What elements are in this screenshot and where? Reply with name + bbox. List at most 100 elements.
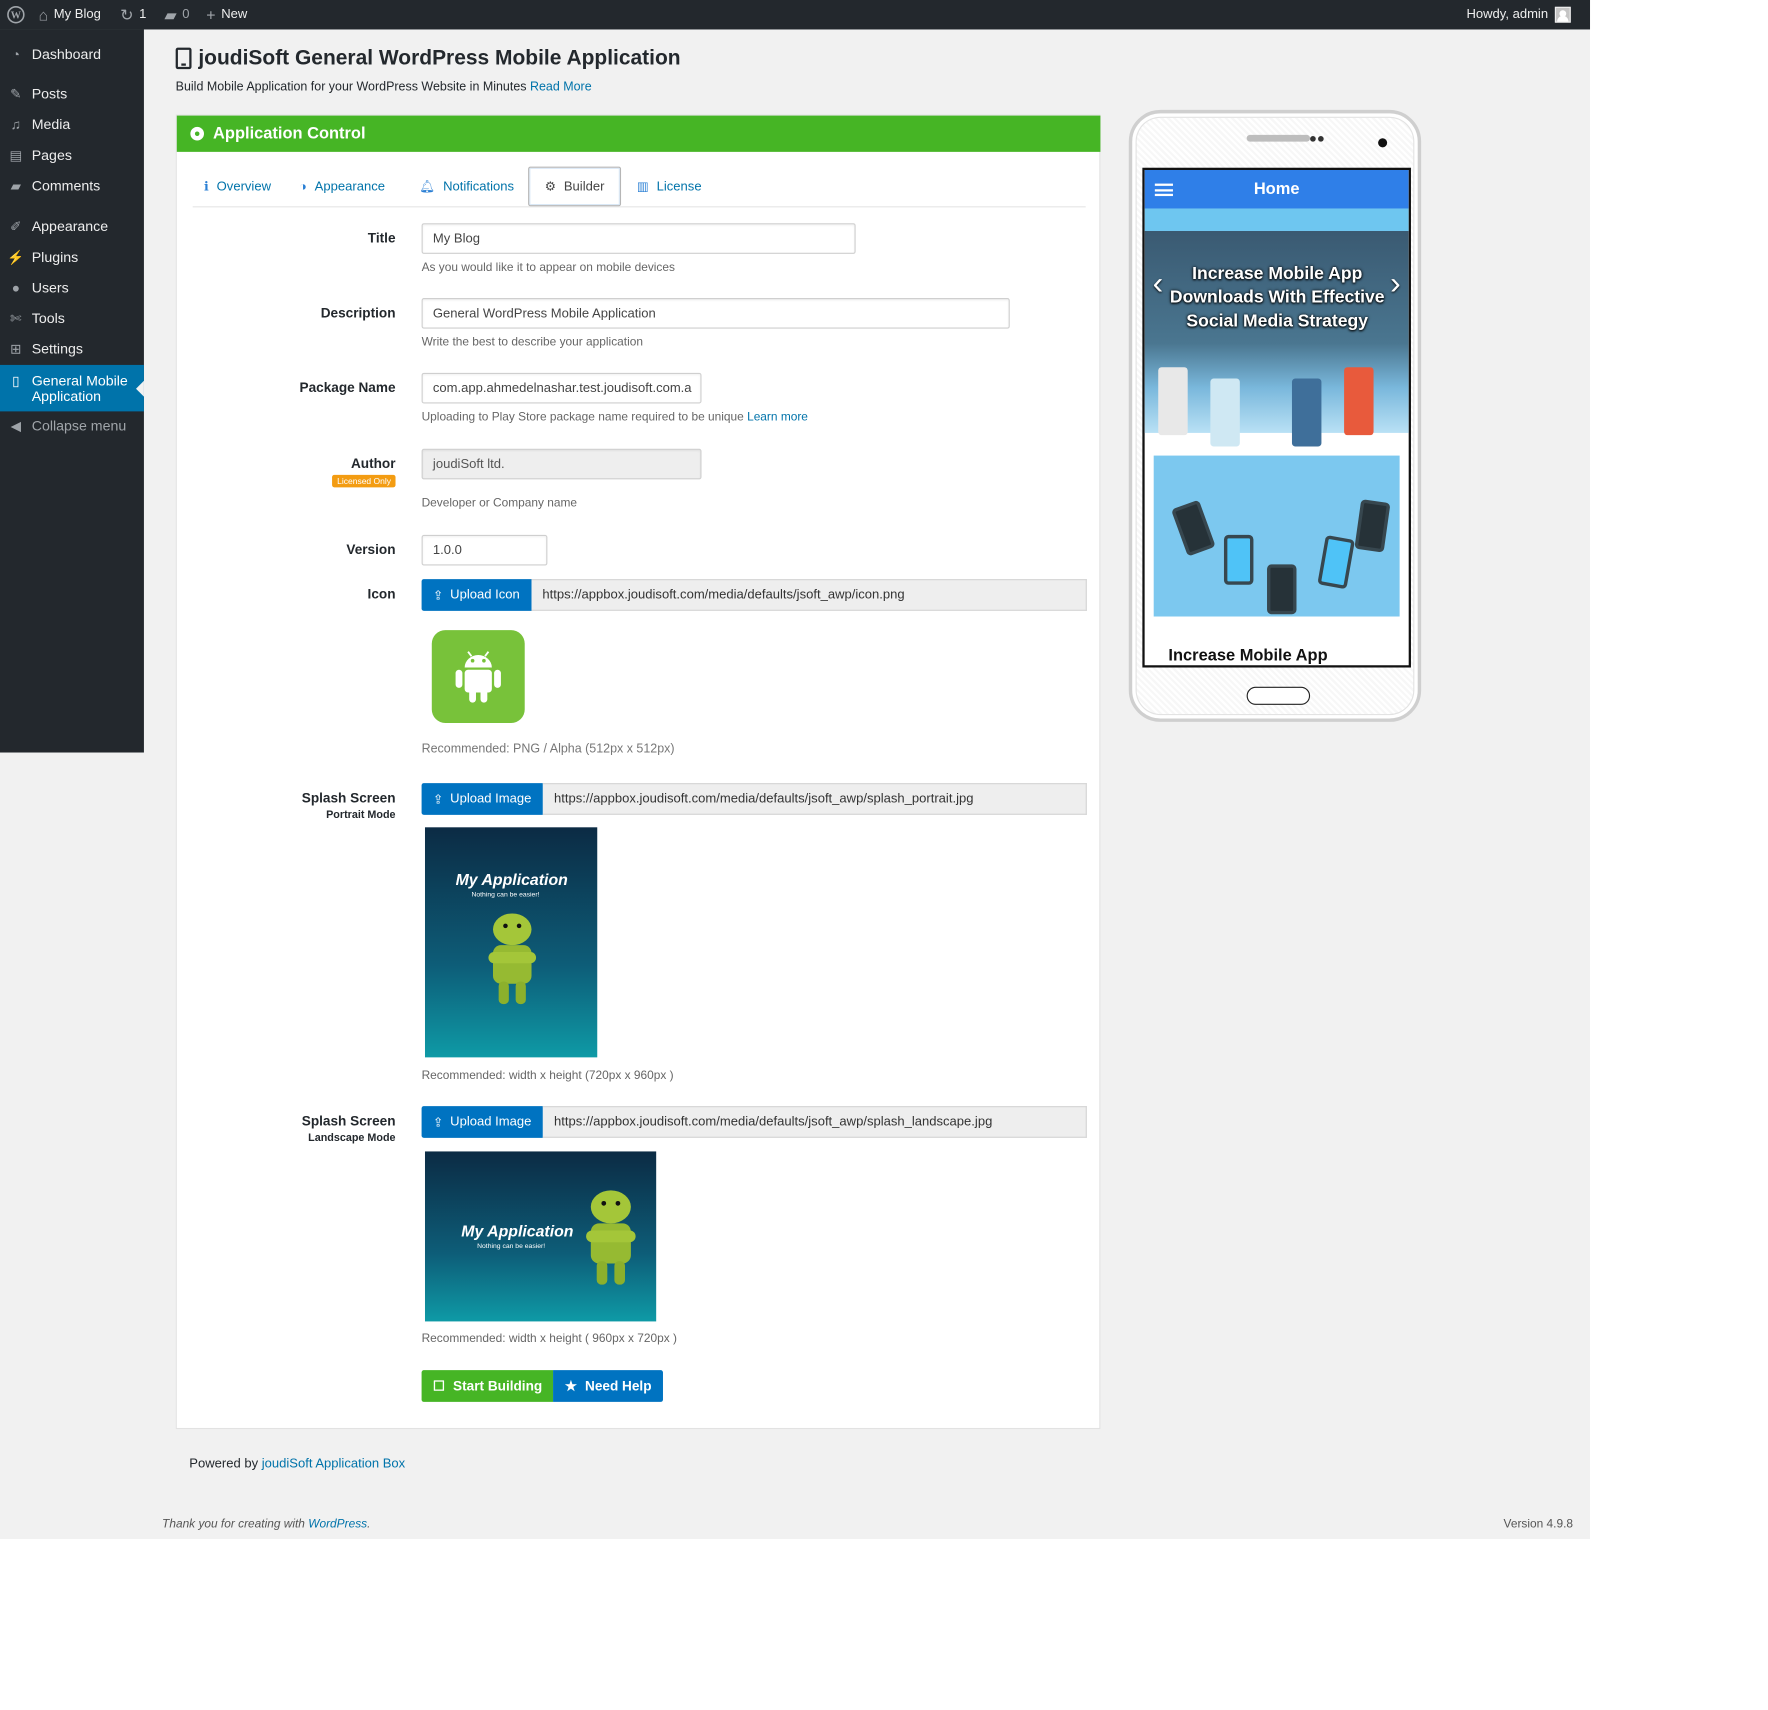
start-building-label: Start Building xyxy=(453,1378,543,1394)
splash-landscape-url-input[interactable]: https://appbox.joudisoft.com/media/defau… xyxy=(542,1106,1087,1138)
upload-icon-button[interactable]: ⇪ Upload Icon xyxy=(421,579,532,611)
splash-landscape-label-text: Splash Screen xyxy=(301,1112,396,1129)
phone-preview: Home Increase Mobile App Downloads With … xyxy=(1128,109,1422,722)
footer-period: . xyxy=(367,1517,371,1532)
slider-illustration xyxy=(1158,367,1188,436)
package-name-input[interactable]: com.app.ahmedelnashar.test.joudisoft.com… xyxy=(421,372,702,404)
footer-thanks: Thank you for creating with WordPress. xyxy=(162,1517,370,1531)
menu-item-appearance[interactable]: ✐ Appearance xyxy=(0,216,144,236)
tab-builder[interactable]: ⚙ Builder xyxy=(528,166,622,207)
star-icon: ★ xyxy=(564,1378,578,1394)
start-building-button[interactable]: ☐ Start Building xyxy=(421,1370,554,1402)
description-input[interactable]: General WordPress Mobile Application xyxy=(421,298,1010,329)
learn-more-link[interactable]: Learn more xyxy=(747,410,808,424)
splash-portrait-url-input[interactable]: https://appbox.joudisoft.com/media/defau… xyxy=(542,783,1087,815)
upload-splash-landscape-button[interactable]: ⇪ Upload Image xyxy=(421,1106,543,1138)
splash-portrait-help: Recommended: width x height (720px x 960… xyxy=(421,1068,674,1083)
menu-item-label: Dashboard xyxy=(31,46,102,63)
menu-item-tools[interactable]: ✄ Tools xyxy=(0,308,144,328)
author-input: joudiSoft ltd. xyxy=(421,448,702,480)
menu-item-label: Posts xyxy=(31,86,68,102)
read-more-link[interactable]: Read More xyxy=(530,80,592,94)
menu-item-label: Plugins xyxy=(31,249,79,266)
admin-bar: W ⌂ My Blog ↻ 1 ▰ 0 + New Howdy, admin xyxy=(0,0,1591,30)
version-input[interactable]: 1.0.0 xyxy=(421,534,548,566)
phone-sensors xyxy=(1310,135,1326,142)
menu-item-dashboard[interactable]: ◔ Dashboard xyxy=(0,44,144,64)
splash-portrait-sublabel: Portrait Mode xyxy=(326,809,396,822)
icon-url-input[interactable]: https://appbox.joudisoft.com/media/defau… xyxy=(531,579,1087,611)
tab-label: Builder xyxy=(563,179,605,194)
title-input[interactable]: My Blog xyxy=(421,223,856,254)
menu-item-posts[interactable]: ✎ Posts xyxy=(0,84,144,104)
app-icon-preview xyxy=(431,630,525,724)
menu-item-settings[interactable]: ⊞ Settings xyxy=(0,339,144,359)
site-name-link[interactable]: ⌂ My Blog xyxy=(39,0,101,29)
media-icon: ♫ xyxy=(10,116,21,133)
author-help: Developer or Company name xyxy=(421,496,578,510)
menu-item-users[interactable]: ● Users xyxy=(0,278,144,298)
wordpress-logo-icon[interactable]: W xyxy=(7,0,25,29)
menu-item-general-mobile-application[interactable]: ▯ General Mobile Application xyxy=(0,364,144,412)
updates-link[interactable]: ↻ 1 xyxy=(120,0,146,29)
my-account-link[interactable]: Howdy, admin xyxy=(1466,0,1571,29)
slider-illustration xyxy=(1344,367,1374,436)
need-help-label: Need Help xyxy=(585,1378,652,1394)
tab-overview[interactable]: ℹ Overview xyxy=(193,167,283,207)
splash-portrait-label: Splash Screen Portrait Mode xyxy=(177,790,396,822)
tab-appearance[interactable]: ◑ Appearance xyxy=(288,167,396,207)
menu-item-media[interactable]: ♫ Media xyxy=(0,114,144,134)
menu-item-comments[interactable]: ▰ Comments xyxy=(0,176,144,196)
menu-item-label: General Mobile Application xyxy=(31,372,128,405)
title-label: Title xyxy=(367,230,396,246)
howdy-text: Howdy, admin xyxy=(1466,7,1549,22)
avatar xyxy=(1554,6,1571,23)
menu-item-label: Comments xyxy=(31,177,101,194)
page-title-text: joudiSoft General WordPress Mobile Appli… xyxy=(198,45,681,70)
wordpress-link[interactable]: WordPress xyxy=(308,1517,367,1531)
splash-portrait-label-text: Splash Screen xyxy=(301,789,396,806)
icon-label: Icon xyxy=(367,585,396,602)
tab-license[interactable]: ▥ License xyxy=(626,167,713,207)
menu-item-label: Users xyxy=(31,279,69,296)
application-box-link[interactable]: joudiSoft Application Box xyxy=(262,1457,405,1471)
upload-icon: ⇪ xyxy=(432,588,444,603)
pin-icon: ✎ xyxy=(10,86,22,102)
phone-home-button xyxy=(1246,686,1311,705)
menu-item-plugins[interactable]: ⚡ Plugins xyxy=(0,247,144,267)
site-name: My Blog xyxy=(53,7,101,22)
chevron-right-icon[interactable]: › xyxy=(1390,265,1401,301)
menu-item-pages[interactable]: ▤ Pages xyxy=(0,145,144,165)
splash-landscape-help: Recommended: width x height ( 960px x 72… xyxy=(421,1331,677,1346)
upload-splash-portrait-button[interactable]: ⇪ Upload Image xyxy=(421,783,543,815)
menu-item-label: Pages xyxy=(31,147,72,164)
author-label-text: Author xyxy=(350,455,396,472)
collapse-menu-button[interactable]: ◀ Collapse menu xyxy=(0,416,144,436)
splash-landscape-label: Splash Screen Landscape Mode xyxy=(177,1113,396,1145)
square-icon: ☐ xyxy=(432,1378,446,1394)
tab-label: Appearance xyxy=(314,179,385,194)
comments-link[interactable]: ▰ 0 xyxy=(164,0,189,29)
barcode-icon: ▥ xyxy=(636,180,649,194)
collapse-label: Collapse menu xyxy=(31,418,127,435)
hamburger-menu-icon[interactable] xyxy=(1154,183,1173,197)
tab-notifications[interactable]: 🔔︎ Notifications xyxy=(408,167,525,207)
upload-icon-label: Upload Icon xyxy=(450,588,520,602)
upload-icon: ⇪ xyxy=(432,792,444,807)
icon-help: Recommended: PNG / Alpha (512px x 512px) xyxy=(421,742,675,756)
illustration-phone xyxy=(1223,534,1254,585)
page-canvas: W ⌂ My Blog ↻ 1 ▰ 0 + New Howdy, admin ◔… xyxy=(0,0,1768,1710)
slide-title: Increase Mobile App Downloads With Effec… xyxy=(1169,264,1385,331)
phone-speaker xyxy=(1246,134,1311,142)
page-subtitle: Build Mobile Application for your WordPr… xyxy=(176,80,592,94)
user-icon: ● xyxy=(11,279,20,296)
action-buttons: ☐ Start Building ★ Need Help xyxy=(421,1370,663,1402)
new-content-link[interactable]: + New xyxy=(206,0,247,29)
chevron-left-icon[interactable]: ‹ xyxy=(1153,265,1164,301)
licensed-only-badge: Licensed Only xyxy=(332,474,396,488)
contrast-icon: ◑ xyxy=(299,179,307,194)
author-label: Author Licensed Only xyxy=(177,456,396,488)
slider-illustration xyxy=(1210,378,1240,447)
page-icon: ▤ xyxy=(9,147,23,164)
need-help-button[interactable]: ★ Need Help xyxy=(553,1370,663,1402)
